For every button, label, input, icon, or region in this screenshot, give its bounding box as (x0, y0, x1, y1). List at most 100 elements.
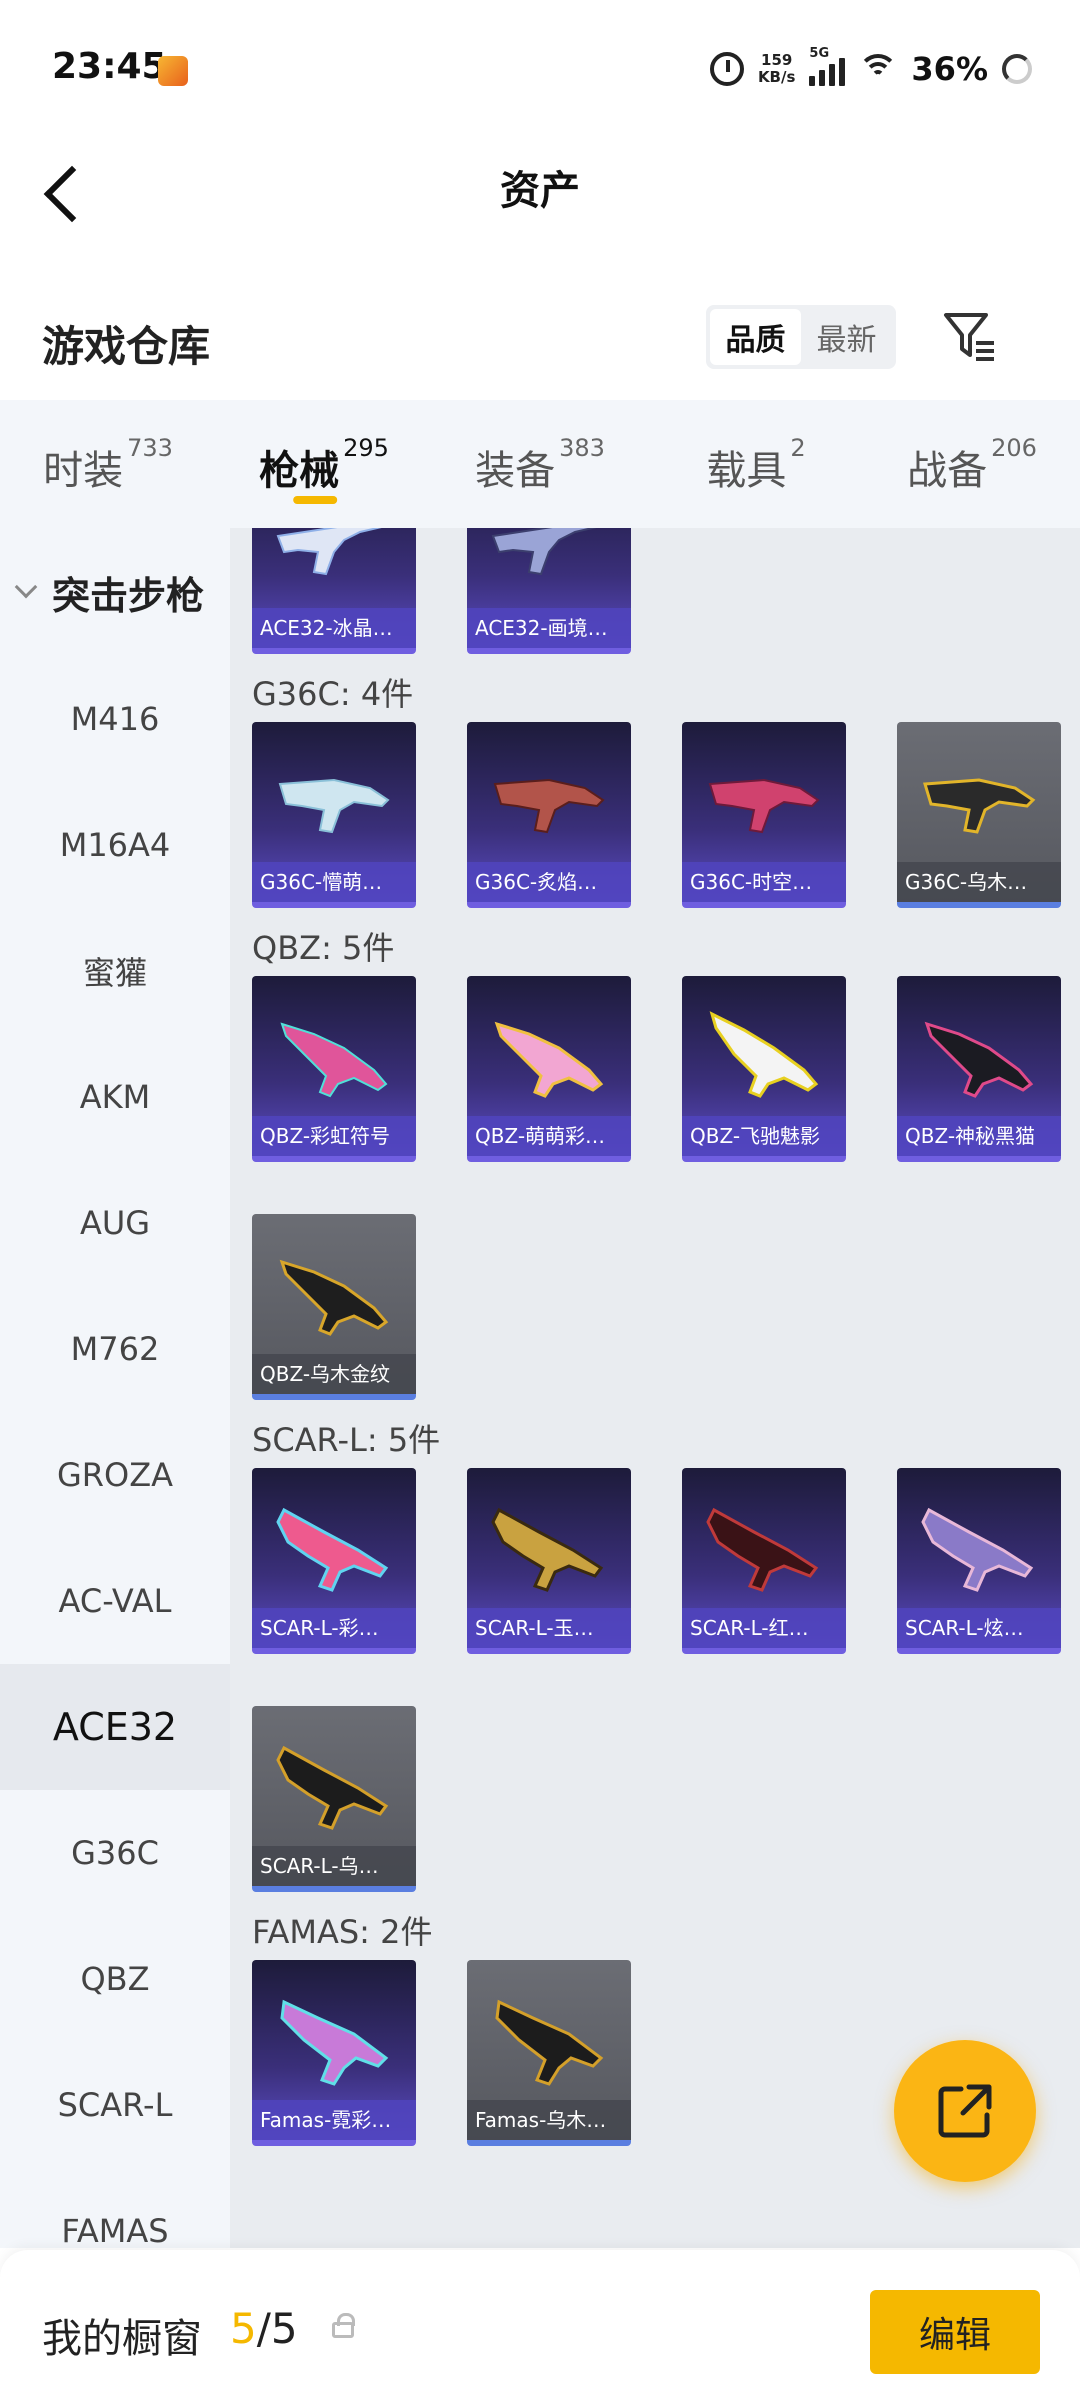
weapon-grid-panel[interactable]: ACE32-冰晶… ACE32-画境… G36C: 4件 G36C-懵萌… G3… (230, 528, 1080, 2248)
tab-firearms[interactable]: 枪械 295 (216, 400, 432, 528)
network-type: 5G (809, 46, 830, 61)
skin-name: SCAR-L-乌… (252, 1846, 416, 1886)
sidebar-item-g36c[interactable]: G36C (0, 1790, 230, 1916)
skin-card[interactable]: SCAR-L-彩… (252, 1468, 416, 1654)
skin-name: QBZ-彩虹符号 (252, 1116, 416, 1156)
skin-name: QBZ-飞驰魅影 (682, 1116, 846, 1156)
showcase-current: 5 (230, 2304, 257, 2353)
rifle-skin-image (493, 778, 605, 834)
rifle-skin-image (923, 778, 1036, 834)
status-time: 23:45 (52, 46, 167, 87)
tab-vehicles[interactable]: 载具 2 (648, 400, 864, 528)
back-button[interactable] (30, 158, 100, 228)
sort-newest-button[interactable]: 最新 (801, 309, 892, 365)
skin-card[interactable]: SCAR-L-乌… (252, 1706, 416, 1892)
skin-name: QBZ-乌木金纹 (252, 1354, 416, 1394)
skin-card[interactable]: SCAR-L-玉… (467, 1468, 631, 1654)
skin-card[interactable]: QBZ-萌萌彩… (467, 976, 631, 1162)
skin-card[interactable]: QBZ-飞驰魅影 (682, 976, 846, 1162)
tab-equipment[interactable]: 装备 383 (432, 400, 648, 528)
sidebar-item-groza[interactable]: GROZA (0, 1412, 230, 1538)
skin-card[interactable]: G36C-懵萌… (252, 722, 416, 908)
skin-card[interactable]: QBZ-乌木金纹 (252, 1214, 416, 1400)
tab-label: 时装 (43, 448, 124, 494)
sidebar-item-famas[interactable]: FAMAS (0, 2168, 230, 2248)
sidebar-item-ac-val[interactable]: AC-VAL (0, 1538, 230, 1664)
sidebar-item-qbz[interactable]: QBZ (0, 1916, 230, 2042)
status-bar: 23:45 159 KB/s 5G 36% (0, 0, 1080, 140)
skin-card[interactable]: G36C-炙焰… (467, 722, 631, 908)
g36c-grid: G36C-懵萌… G36C-炙焰… G36C-时空… G36C-乌木… (252, 722, 1072, 908)
edit-button[interactable]: 编辑 (870, 2290, 1040, 2374)
skin-name: G36C-时空… (682, 862, 846, 902)
rifle-skin-image (491, 1507, 604, 1592)
skin-card[interactable]: SCAR-L-红… (682, 1468, 846, 1654)
network-speed-value: 159 (761, 51, 793, 69)
sidebar-item-scar-l[interactable]: SCAR-L (0, 2042, 230, 2168)
skin-card[interactable]: QBZ-神秘黑猫 (897, 976, 1061, 1162)
rifle-skin-image (924, 1021, 1034, 1098)
skin-card[interactable]: Famas-乌木… (467, 1960, 631, 2146)
share-button[interactable] (894, 2040, 1036, 2182)
sidebar-group-assault-rifles[interactable]: 突击步枪 (0, 528, 230, 656)
rifle-skin-image (491, 528, 597, 576)
skin-card[interactable]: QBZ-彩虹符号 (252, 976, 416, 1162)
tab-label: 载具 (706, 448, 787, 494)
rifle-skin-image (494, 1021, 604, 1098)
share-icon (938, 2084, 992, 2138)
active-tab-indicator (293, 496, 338, 504)
skin-card[interactable]: ACE32-冰晶… (252, 528, 416, 654)
category-header-qbz: QBZ: 5件 (252, 929, 395, 967)
rifle-skin-image (280, 1022, 388, 1098)
filter-icon[interactable] (940, 309, 1000, 365)
tab-fashion[interactable]: 时装 733 (0, 400, 216, 528)
page-title: 资产 (500, 168, 580, 214)
sidebar-item-m762[interactable]: M762 (0, 1286, 230, 1412)
rifle-skin-image (709, 1011, 819, 1098)
skin-name: ACE32-画境… (467, 608, 631, 648)
app-header: 资产 (0, 140, 1080, 250)
skin-name: SCAR-L-彩… (252, 1608, 416, 1648)
skin-card[interactable]: G36C-乌木… (897, 722, 1061, 908)
tab-count: 383 (559, 434, 605, 462)
sidebar-group-label: 突击步枪 (52, 573, 205, 618)
category-tabs: 时装 733 枪械 295 装备 383 载具 2 战备 206 (0, 400, 1080, 528)
category-header-famas: FAMAS: 2件 (252, 1913, 433, 1951)
sort-toggle: 品质 最新 (706, 305, 896, 369)
rifle-skin-image (276, 1745, 389, 1830)
skin-card[interactable]: G36C-时空… (682, 722, 846, 908)
sidebar-item-honey-badger[interactable]: 蜜獾 (0, 908, 230, 1034)
sidebar-item-aug[interactable]: AUG (0, 1160, 230, 1286)
sort-quality-button[interactable]: 品质 (710, 309, 801, 365)
alarm-icon (709, 52, 744, 86)
tab-count: 733 (127, 434, 173, 462)
tab-combat-gear[interactable]: 战备 206 (864, 400, 1080, 528)
skin-name: ACE32-冰晶… (252, 608, 416, 648)
showcase-bar: 我的橱窗 5/5 编辑 (0, 2250, 1080, 2400)
rifle-skin-image (706, 1507, 819, 1592)
sidebar-item-m416[interactable]: M416 (0, 656, 230, 782)
sidebar-item-m16a4[interactable]: M16A4 (0, 782, 230, 908)
rifle-skin-image (279, 1259, 389, 1336)
skin-name: QBZ-萌萌彩… (467, 1116, 631, 1156)
skin-card[interactable]: ACE32-画境… (467, 528, 631, 654)
network-speed-unit: KB/s (757, 68, 796, 86)
skin-card[interactable]: SCAR-L-炫… (897, 1468, 1061, 1654)
skin-name: QBZ-神秘黑猫 (897, 1116, 1061, 1156)
weapon-sidebar: 突击步枪 M416 M16A4 蜜獾 AKM AUG M762 GROZA AC… (0, 528, 230, 2248)
skin-name: SCAR-L-红… (682, 1608, 846, 1648)
showcase-count: 5/5 (230, 2304, 298, 2353)
battery-icon (1002, 54, 1032, 84)
skin-card[interactable]: Famas-霓彩… (252, 1960, 416, 2146)
tab-label: 战备 (907, 448, 988, 494)
rifle-skin-image (280, 1999, 389, 2086)
sidebar-item-ace32[interactable]: ACE32 (0, 1664, 230, 1790)
warehouse-title: 游戏仓库 (42, 322, 211, 371)
rifle-skin-image (921, 1507, 1034, 1592)
tab-count: 2 (790, 434, 806, 462)
sidebar-item-akm[interactable]: AKM (0, 1034, 230, 1160)
network-speed: 159 KB/s (758, 52, 795, 86)
ace32-grid: ACE32-冰晶… ACE32-画境… (252, 528, 1072, 654)
tab-label: 枪械 (259, 448, 340, 494)
skin-name: G36C-懵萌… (252, 862, 416, 902)
